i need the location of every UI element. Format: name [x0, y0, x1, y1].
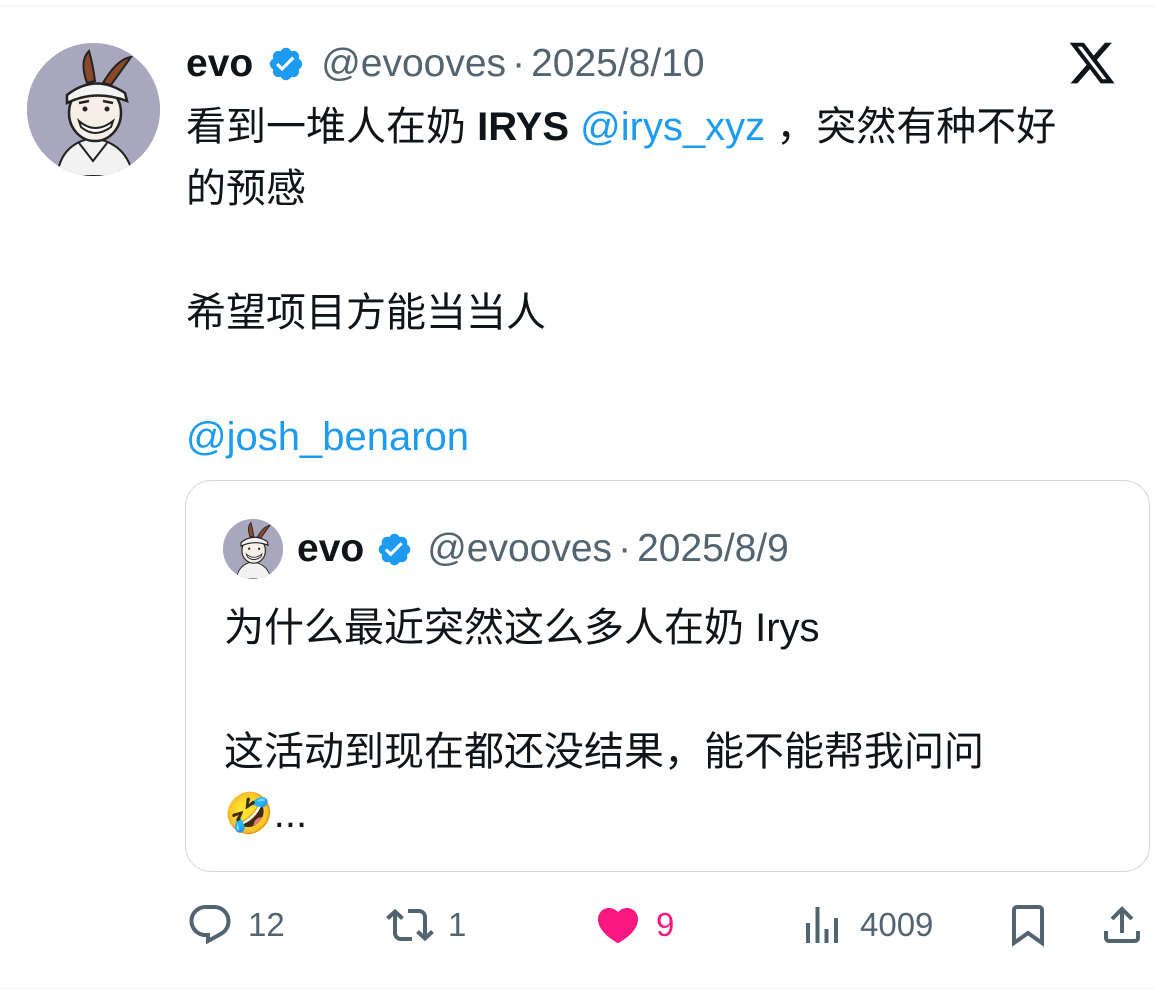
header-separator: · [512, 42, 526, 85]
quoted-tweet-date[interactable]: 2025/8/9 [637, 527, 789, 571]
tweet-paragraph-2: 希望项目方能当当人 [186, 291, 546, 335]
x-logo-icon[interactable] [1067, 38, 1117, 88]
reply-icon [186, 901, 234, 949]
quoted-author-avatar[interactable] [223, 519, 283, 579]
quoted-author-handle[interactable]: @evooves [427, 527, 612, 571]
verified-badge-icon [267, 45, 305, 83]
quoted-tweet-body: 为什么最近突然这么多人在奶 Irys 这活动到现在都还没结果，能不能帮我问问 🤣… [224, 597, 1124, 845]
tweet-header: evo @evooves · 2025/8/10 [186, 38, 705, 90]
quoted-author-name[interactable]: evo [297, 527, 364, 571]
like-count: 9 [656, 906, 675, 943]
tweet-text-space [569, 105, 580, 149]
quoted-paragraph-2-line-1: 这活动到现在都还没结果，能不能帮我问问 [224, 730, 984, 774]
tweet-action-bar: 12 1 9 4009 [186, 895, 1146, 955]
verified-badge-icon [376, 531, 413, 568]
retweet-icon [386, 901, 434, 949]
reply-button[interactable]: 12 [186, 895, 285, 955]
top-divider [0, 6, 1155, 7]
share-button[interactable] [1098, 895, 1146, 955]
heart-icon [594, 901, 642, 949]
avatar-illustration [223, 519, 283, 579]
mention-josh-benaron[interactable]: @josh_benaron [186, 415, 469, 459]
quoted-tweet-card[interactable]: evo @evooves · 2025/8/9 为什么最近突然这么多人在奶 Ir… [185, 480, 1150, 872]
bottom-divider [0, 988, 1155, 989]
like-button[interactable]: 9 [594, 895, 674, 955]
views-count: 4009 [860, 906, 934, 943]
tweet-line-1: 看到一堆人在奶 IRYS @irys_xyz ，突然有种不好 [186, 96, 1146, 158]
views-button[interactable]: 4009 [798, 895, 933, 955]
author-name[interactable]: evo [186, 42, 253, 86]
author-handle[interactable]: @evooves [321, 42, 506, 86]
share-icon [1098, 901, 1146, 949]
tweet-date[interactable]: 2025/8/10 [531, 42, 705, 86]
avatar-illustration [27, 43, 160, 176]
retweet-button[interactable]: 1 [386, 895, 466, 955]
views-icon [798, 901, 846, 949]
header-separator: · [618, 527, 632, 570]
tweet-body: 看到一堆人在奶 IRYS @irys_xyz ，突然有种不好 的预感 希望项目方… [186, 96, 1146, 468]
quoted-paragraph-1: 为什么最近突然这么多人在奶 Irys [224, 606, 820, 650]
reply-count: 12 [248, 906, 285, 943]
tweet-line-2: 的预感 [186, 167, 306, 211]
tweet-text-segment: ，突然有种不好 [765, 105, 1057, 149]
tweet-page: evo @evooves · 2025/8/10 看到一堆人在奶 IRYS @i… [0, 0, 1155, 992]
quoted-paragraph-2-line-2: 🤣... [224, 792, 308, 836]
author-avatar[interactable] [27, 43, 160, 176]
tweet-text-segment: 看到一堆人在奶 [186, 105, 478, 149]
retweet-count: 1 [448, 906, 467, 943]
bookmark-button[interactable] [1004, 895, 1052, 955]
bookmark-icon [1004, 901, 1052, 949]
mention-irys-xyz[interactable]: @irys_xyz [580, 105, 765, 149]
tweet-bold-ticker: IRYS [477, 105, 569, 149]
quoted-tweet-header: evo @evooves · 2025/8/9 [297, 523, 789, 575]
